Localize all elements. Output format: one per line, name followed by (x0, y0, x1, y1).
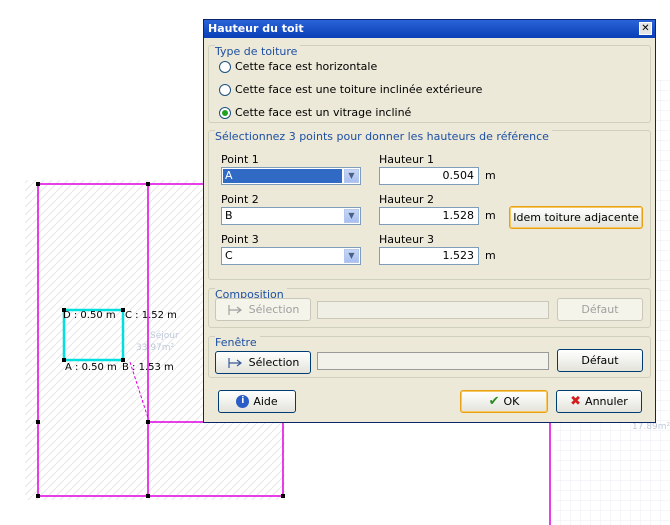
composition-selection-label: Sélection (248, 303, 300, 316)
cancel-button-label: Annuler (585, 395, 628, 408)
select-arrow-icon (228, 357, 242, 368)
height-3-unit: m (485, 249, 496, 262)
radio-inclined-glazing[interactable]: Cette face est un vitrage incliné (219, 106, 411, 119)
radio-button-inclined-roof[interactable] (219, 83, 231, 96)
point-3-label: Point 3 (221, 233, 259, 246)
window-group-title: Fenêtre (215, 336, 260, 349)
dialog-title-bar[interactable]: Hauteur du toit ✕ (204, 20, 655, 38)
room-area-label-right: 17.89m² (632, 422, 670, 432)
select-arrow-icon (228, 304, 242, 315)
reference-points-group: Sélectionnez 3 points pour donner les ha… (208, 130, 651, 280)
point-1-select[interactable]: A ▼ (221, 167, 361, 185)
radio-inclined-roof[interactable]: Cette face est une toiture inclinée exté… (219, 83, 482, 96)
height-2-unit: m (485, 209, 496, 222)
height-2-input[interactable]: 1.528 (379, 207, 479, 225)
composition-name-field (317, 301, 549, 319)
ok-button-label: OK (503, 395, 520, 408)
vertex-label-b: B : 1.53 m (122, 362, 174, 373)
height-1-unit: m (485, 169, 496, 182)
help-button[interactable]: i Aide (218, 390, 296, 413)
vertex-label-c: C : 1.52 m (125, 310, 177, 321)
radio-button-inclined-glazing[interactable] (219, 106, 231, 119)
vertex-label-d: D : 0.50 m (63, 310, 116, 321)
chevron-down-icon[interactable]: ▼ (344, 209, 359, 223)
window-default-button[interactable]: Défaut (557, 349, 643, 372)
ok-button[interactable]: ✔ OK (460, 390, 548, 413)
help-button-label: Aide (253, 395, 278, 408)
close-button[interactable]: ✕ (639, 22, 652, 35)
window-selection-label: Sélection (248, 356, 300, 369)
radio-button-horizontal[interactable] (219, 60, 231, 73)
window-selection-button[interactable]: Sélection (215, 351, 311, 374)
height-3-input[interactable]: 1.523 (379, 247, 479, 265)
height-1-input[interactable]: 0.504 (379, 167, 479, 185)
composition-default-button[interactable]: Défaut (557, 298, 643, 321)
point-1-value: A (223, 169, 342, 183)
roof-type-group-title: Type de toiture (215, 45, 301, 58)
height-1-label: Hauteur 1 (379, 153, 435, 166)
roof-height-dialog: Hauteur du toit ✕ Type de toiture Cette … (203, 19, 656, 423)
point-2-select[interactable]: B ▼ (221, 207, 361, 225)
radio-horizontal[interactable]: Cette face est horizontale (219, 60, 377, 73)
chevron-down-icon[interactable]: ▼ (344, 169, 359, 183)
chevron-down-icon[interactable]: ▼ (344, 249, 359, 263)
point-2-value: B (225, 209, 233, 222)
point-2-label: Point 2 (221, 193, 259, 206)
point-3-select[interactable]: C ▼ (221, 247, 361, 265)
cancel-icon: ✖ (570, 394, 582, 409)
info-icon: i (236, 395, 250, 408)
composition-selection-button[interactable]: Sélection (215, 298, 311, 321)
room-area-label: 33.97m² (136, 343, 175, 353)
radio-label-inclined-roof: Cette face est une toiture inclinée exté… (235, 83, 483, 96)
check-icon: ✔ (488, 394, 500, 409)
radio-label-inclined-glazing: Cette face est un vitrage incliné (235, 106, 412, 119)
height-2-label: Hauteur 2 (379, 193, 435, 206)
window-default-label: Défaut (581, 354, 619, 367)
dialog-title: Hauteur du toit (208, 22, 304, 35)
reference-points-group-title: Sélectionnez 3 points pour donner les ha… (215, 130, 552, 143)
window-name-field (317, 352, 549, 370)
idem-adjacent-roof-button[interactable]: Idem toiture adjacente (509, 206, 643, 229)
close-icon: ✕ (641, 23, 650, 34)
radio-label-horizontal: Cette face est horizontale (235, 60, 378, 73)
idem-adjacent-roof-label: Idem toiture adjacente (513, 211, 639, 224)
point-3-value: C (225, 249, 233, 262)
roof-type-group: Type de toiture Cette face est horizonta… (208, 45, 651, 123)
room-name-label: Séjour (150, 331, 179, 341)
vertex-label-a: A : 0.50 m (65, 362, 117, 373)
composition-default-label: Défaut (581, 303, 619, 316)
height-3-label: Hauteur 3 (379, 233, 435, 246)
composition-group: Composition Sélection Défaut (208, 288, 651, 328)
window-group: Fenêtre Sélection Défaut (208, 336, 651, 378)
point-1-label: Point 1 (221, 153, 259, 166)
cancel-button[interactable]: ✖ Annuler (556, 390, 642, 413)
